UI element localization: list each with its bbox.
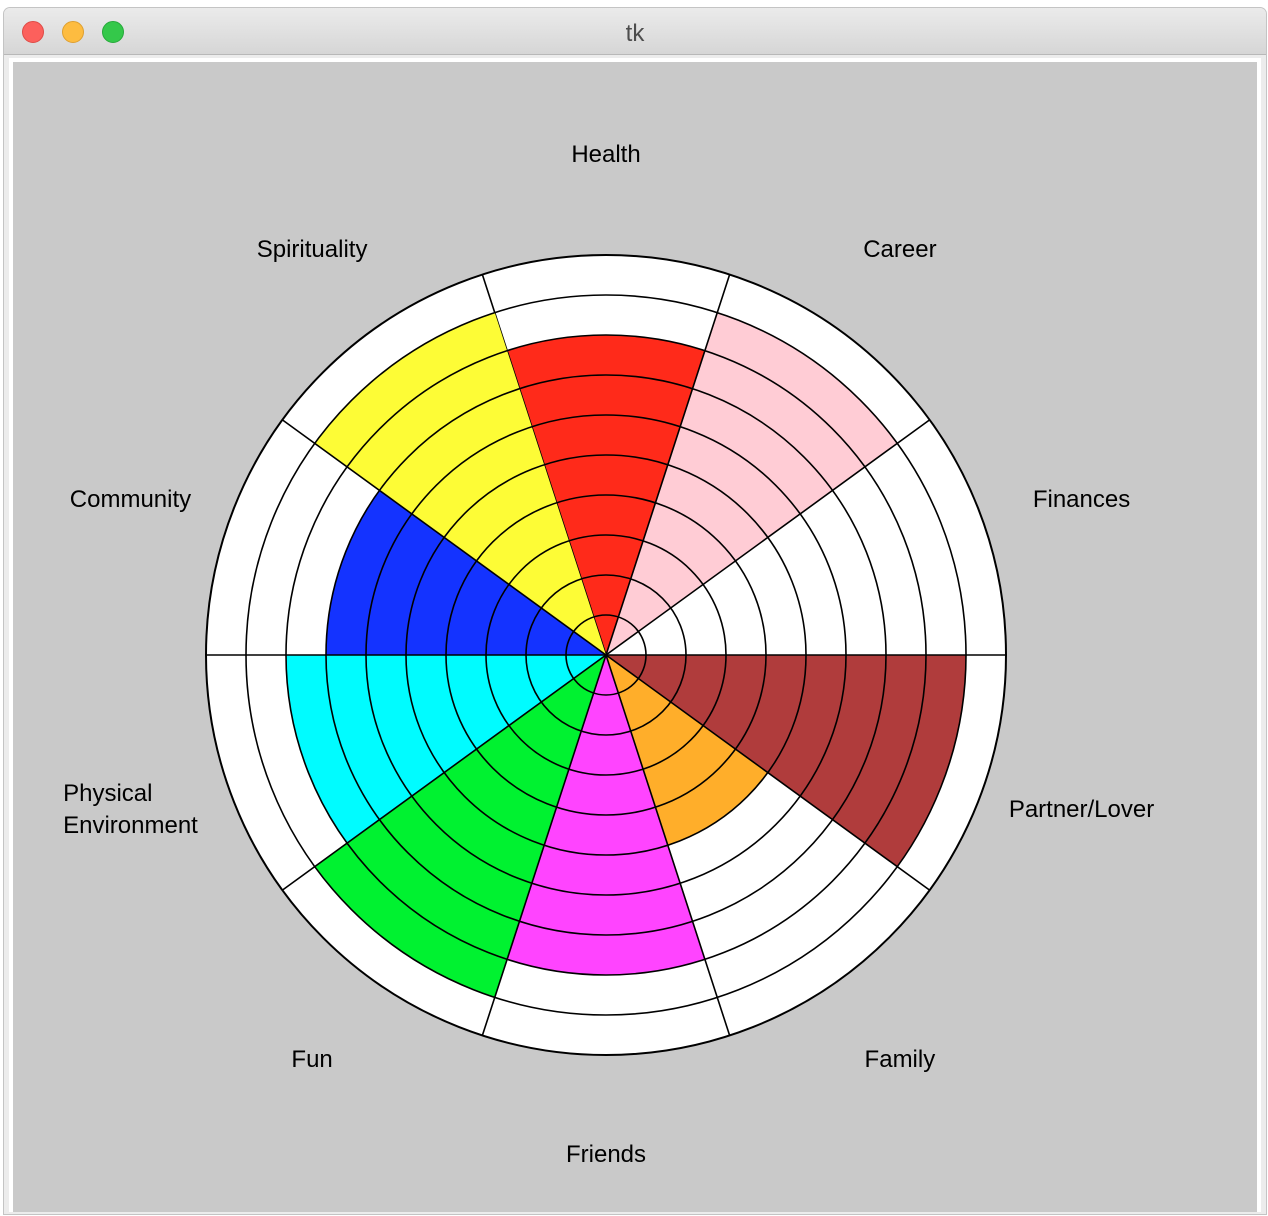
label-fun: Fun xyxy=(291,1045,333,1073)
label-partner-lover: Partner/Lover xyxy=(1008,795,1155,823)
label-community: Community xyxy=(69,486,192,514)
wheel-canvas: Health Career Finances Partner/Lover Family F… xyxy=(13,62,1257,1212)
label-health: Health xyxy=(571,141,641,168)
label-spirituality: Spirituality xyxy=(256,236,368,264)
app-window: tk Health Career Finances Partner/Lover Fami… xyxy=(4,8,1266,1214)
label-family: Family xyxy=(864,1045,936,1073)
title-bar[interactable]: tk xyxy=(4,8,1266,55)
label-physical-environment: Physical Environment xyxy=(63,779,198,839)
wheel-of-life-chart xyxy=(205,254,1007,1056)
label-finances: Finances xyxy=(1032,486,1131,514)
canvas-frame: Health Career Finances Partner/Lover Family F… xyxy=(9,58,1261,1212)
label-career: Career xyxy=(863,236,937,264)
window-title: tk xyxy=(625,20,645,47)
label-friends: Friends xyxy=(565,1141,647,1168)
